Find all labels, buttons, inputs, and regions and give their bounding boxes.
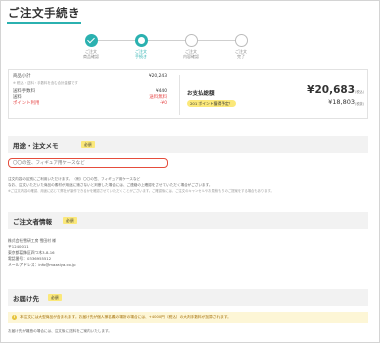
section-title: お届け先 (13, 295, 39, 303)
pending-step-icon (184, 34, 198, 47)
info-icon: ! (12, 315, 17, 320)
notice-text: 本注文には大型商品が含まれます。お届け先が個人様名義の場所の場合には、+4000… (20, 315, 231, 319)
memo-section-header: 用途・注文メモ 必須 (8, 136, 368, 153)
orderer-line: メールアドレス：info@mazaiya.co.jp (8, 262, 76, 267)
current-step-icon (134, 34, 148, 47)
payment-total-label: お支払総額 (187, 91, 215, 97)
delivery-section-header: お届け先 必須 (8, 289, 368, 306)
step-checkout: ご注文 手続き (121, 31, 161, 59)
section-title: 用途・注文メモ (13, 142, 59, 150)
orderer-section-header: ご注文者情報 必須 (8, 212, 368, 229)
step-complete: ご注文 完了 (221, 31, 261, 59)
progress-steps: ご注文 商品確認 ご注文 手続き ご注文 内容確認 ご注文 完了 (71, 31, 261, 63)
payment-subtotal: ¥18,803 (328, 98, 355, 106)
summary-value: -¥0 (159, 101, 167, 106)
step-label: ご注文 完了 (235, 49, 247, 59)
summary-value: ¥20,243 (148, 74, 167, 79)
memo-note: 注文内容の区別にご利用いただけます。（例）〇〇の笠、フィギュア用ケースなど (8, 177, 141, 181)
step-product-confirm: ご注文 商品確認 (71, 31, 111, 59)
memo-note: ※ご注文内容の確認、用途に応じて弊社が製作できるかを確認させていただくことがござ… (8, 189, 274, 193)
summary-breakdown: 商品小計 ¥20,243 ※ 税込・送料・手数料を含む合計金額です 送料手数料 … (13, 74, 167, 107)
memo-input[interactable] (8, 158, 168, 168)
checkout-page: ご注文手続き ご注文 商品確認 ご注文 手続き ご注文 内容確認 ご注文 完了 … (0, 0, 380, 343)
required-badge: 必須 (48, 294, 62, 301)
order-summary: 商品小計 ¥20,243 ※ 税込・送料・手数料を含む合計金額です 送料手数料 … (8, 69, 368, 119)
required-badge: 必須 (81, 141, 95, 148)
step-label: ご注文 手続き (135, 49, 147, 59)
required-badge: 必須 (63, 217, 77, 224)
page-title: ご注文手続き (8, 6, 80, 20)
section-title: ご注文者情報 (13, 218, 52, 226)
summary-key: ポイント利用 (13, 101, 40, 106)
summary-divider (179, 75, 180, 115)
pending-step-icon (234, 34, 248, 47)
step-label: ご注文 内容確認 (183, 49, 199, 59)
title-underline (7, 22, 81, 24)
points-badge: 201 ポイント獲得予定！ (187, 100, 236, 107)
large-item-notice: ! 本注文には大型商品が含まれます。お届け先が個人様名義の場所の場合には、+40… (8, 312, 368, 323)
summary-key: ※ 税込・送料・手数料を含む合計金額です (13, 81, 78, 85)
tax-included-note: (税込) (355, 90, 364, 94)
check-icon (84, 34, 98, 47)
orderer-info: 株式会社雪研工房 雪田村 様 〒1240011 東京都葛飾区四つ木3-8-16 … (8, 238, 76, 268)
step-review: ご注文 内容確認 (171, 31, 211, 59)
summary-row: ポイント利用 -¥0 (13, 101, 167, 107)
payment-total: ¥20,683 (307, 84, 355, 96)
step-label: ご注文 商品確認 (83, 49, 99, 59)
tax-excluded-note: (税抜) (355, 102, 364, 106)
memo-note: なお、注文いただいた商品の素材が用途に適さないと判断した場合には、ご連絡の上確認… (8, 183, 213, 187)
delivery-note: お届け先が離島の場合には、注文後に送料をご案内いたします。 (8, 329, 112, 333)
